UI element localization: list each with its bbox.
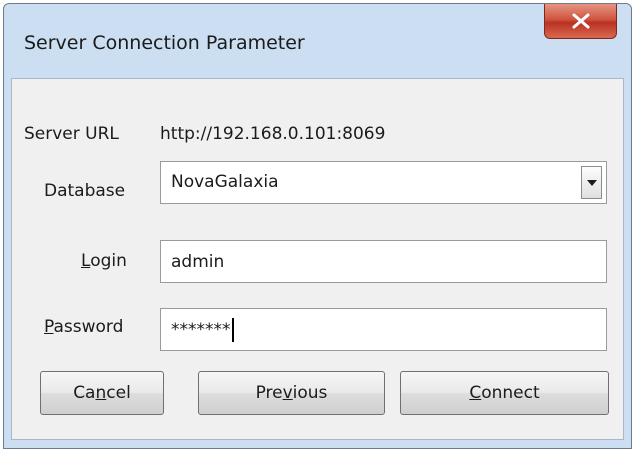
server-connection-dialog: Server Connection Parameter Server URL h… <box>3 3 632 449</box>
title-bar[interactable]: Server Connection Parameter <box>4 4 631 78</box>
server-url-value: http://192.168.0.101:8069 <box>160 124 386 144</box>
login-mnemonic: L <box>81 251 91 271</box>
password-input[interactable] <box>160 308 607 351</box>
text-caret <box>232 318 234 342</box>
login-label: Login <box>81 251 127 271</box>
close-x-icon <box>572 13 590 29</box>
password-mnemonic: P <box>44 317 54 337</box>
connect-mnemonic: C <box>469 383 482 403</box>
chevron-down-icon <box>587 180 597 186</box>
login-input[interactable] <box>160 240 607 283</box>
window-title: Server Connection Parameter <box>24 32 305 54</box>
previous-button[interactable]: Previous <box>198 371 385 415</box>
dialog-body: Server URL http://192.168.0.101:8069 Dat… <box>11 78 624 440</box>
previous-mnemonic: v <box>282 383 293 403</box>
cancel-mnemonic: n <box>95 383 107 403</box>
database-select[interactable]: NovaGalaxia <box>160 161 607 204</box>
dropdown-button[interactable] <box>581 166 602 199</box>
cancel-button[interactable]: Cancel <box>40 371 164 415</box>
server-url-label: Server URL <box>24 124 119 144</box>
connect-button[interactable]: Connect <box>400 371 609 415</box>
database-selected-value: NovaGalaxia <box>171 172 279 192</box>
close-button[interactable] <box>544 4 617 39</box>
password-label: Password <box>44 317 124 337</box>
database-label: Database <box>44 181 126 201</box>
